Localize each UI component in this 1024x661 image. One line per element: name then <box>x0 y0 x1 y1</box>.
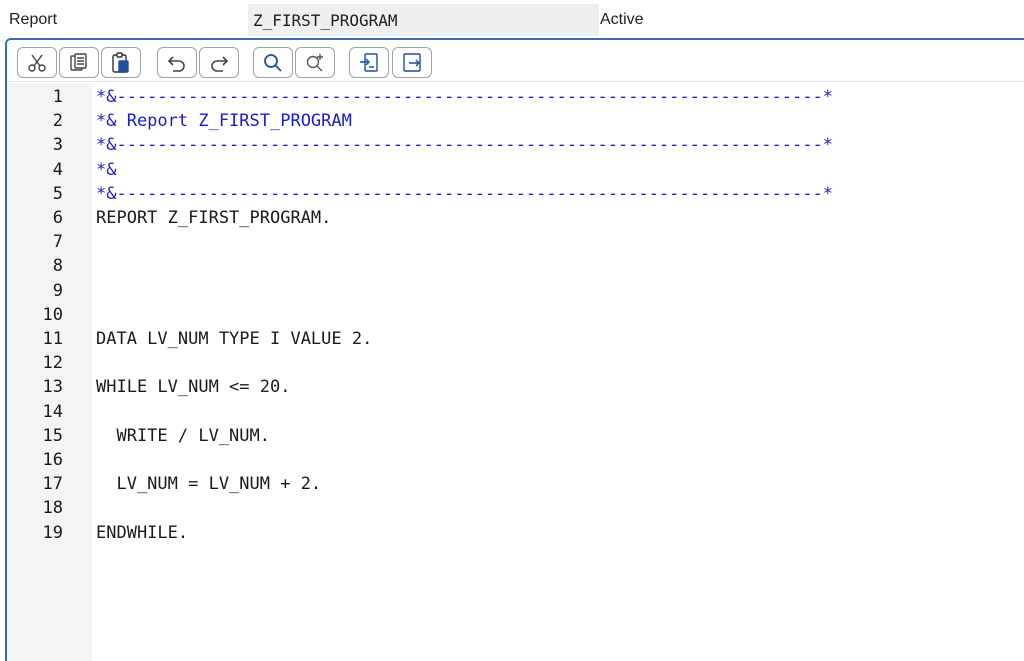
search-next-icon <box>306 53 323 71</box>
line-number: 12 <box>42 353 63 374</box>
cut-icon <box>28 54 46 72</box>
line-number: 15 <box>42 425 63 446</box>
code-text: LV_NUM = LV_NUM + 2. <box>96 474 322 495</box>
code-line[interactable]: 8 <box>7 254 1024 278</box>
line-number: 3 <box>52 135 63 156</box>
line-number: 6 <box>52 208 63 228</box>
extract-block-button[interactable] <box>392 47 432 78</box>
code-line[interactable]: 15 WRITE / LV_NUM. <box>7 424 1024 448</box>
line-number: 13 <box>42 377 63 398</box>
search-button[interactable] <box>253 47 293 78</box>
code-line[interactable]: 2 *& Report Z_FIRST_PROGRAM <box>7 109 1024 133</box>
comment-text: *&--------------------------------------… <box>96 87 833 107</box>
line-number: 2 <box>52 111 63 132</box>
program-name: Z_FIRST_PROGRAM <box>253 11 398 30</box>
line-number: 16 <box>42 450 63 470</box>
code-line[interactable]: 17 LV_NUM = LV_NUM + 2. <box>7 472 1024 496</box>
activation-status: Active <box>600 11 644 28</box>
undo-button[interactable] <box>157 47 197 78</box>
code-line[interactable]: 1 *&-------------------------------------… <box>7 85 1024 109</box>
cut-button[interactable] <box>17 47 57 78</box>
extract-block-icon <box>403 52 421 72</box>
code-line[interactable]: 5 *&-------------------------------------… <box>7 182 1024 206</box>
line-number: 8 <box>52 256 63 277</box>
line-number: 17 <box>42 474 63 495</box>
comment-text: *& Report Z_FIRST_PROGRAM <box>96 111 352 132</box>
insert-block-button[interactable] <box>349 47 389 78</box>
line-number: 9 <box>52 280 63 301</box>
line-number: 18 <box>42 498 63 519</box>
code-text: WRITE / LV_NUM. <box>96 425 270 446</box>
program-name-field[interactable]: Z_FIRST_PROGRAM <box>248 4 599 36</box>
undo-icon <box>167 55 185 72</box>
line-number: 7 <box>52 232 63 253</box>
line-number: 1 <box>52 87 63 107</box>
code-text: ENDWHILE. <box>96 522 189 543</box>
redo-icon <box>211 55 229 72</box>
code-text: DATA LV_NUM TYPE I VALUE 2. <box>96 329 373 349</box>
code-text: REPORT Z_FIRST_PROGRAM. <box>96 208 332 228</box>
code-line[interactable]: 16 <box>7 448 1024 472</box>
redo-button[interactable] <box>199 47 239 78</box>
code-line[interactable]: 7 <box>7 230 1024 254</box>
line-number: 11 <box>42 329 63 349</box>
paste-button[interactable] <box>101 47 141 78</box>
code-line[interactable]: 19 ENDWHILE. <box>7 521 1024 545</box>
line-number: 19 <box>42 522 63 543</box>
code-line[interactable]: 10 <box>7 303 1024 327</box>
code-line[interactable]: 12 <box>7 351 1024 375</box>
comment-text: *& <box>96 159 117 180</box>
comment-text: *&--------------------------------------… <box>96 135 833 156</box>
code-line[interactable]: 13 WHILE LV_NUM <= 20. <box>7 375 1024 399</box>
insert-block-icon <box>360 52 378 72</box>
line-number: 5 <box>52 183 63 204</box>
code-line[interactable]: 4 *& <box>7 158 1024 182</box>
abap-editor: 1 *&-------------------------------------… <box>5 38 1024 661</box>
editor-toolbar <box>7 40 1024 82</box>
line-number: 14 <box>42 401 63 422</box>
line-number: 10 <box>42 304 63 325</box>
code-line[interactable]: 3 *&-------------------------------------… <box>7 133 1024 157</box>
code-text: WHILE LV_NUM <= 20. <box>96 377 291 398</box>
comment-text: *&--------------------------------------… <box>96 183 833 204</box>
copy-icon <box>70 52 87 71</box>
code-line[interactable]: 11 DATA LV_NUM TYPE I VALUE 2. <box>7 327 1024 351</box>
code-line[interactable]: 6 REPORT Z_FIRST_PROGRAM. <box>7 206 1024 230</box>
code-line[interactable]: 14 <box>7 400 1024 424</box>
code-line[interactable]: 18 <box>7 496 1024 520</box>
paste-icon <box>112 51 129 73</box>
object-type-label: Report <box>9 11 58 28</box>
code-line[interactable]: 9 <box>7 279 1024 303</box>
line-number: 4 <box>52 159 63 180</box>
editor-header: Report Z_FIRST_PROGRAM Active <box>0 0 1024 40</box>
copy-button[interactable] <box>59 47 99 78</box>
search-next-button[interactable] <box>295 47 335 78</box>
search-icon <box>264 53 282 72</box>
